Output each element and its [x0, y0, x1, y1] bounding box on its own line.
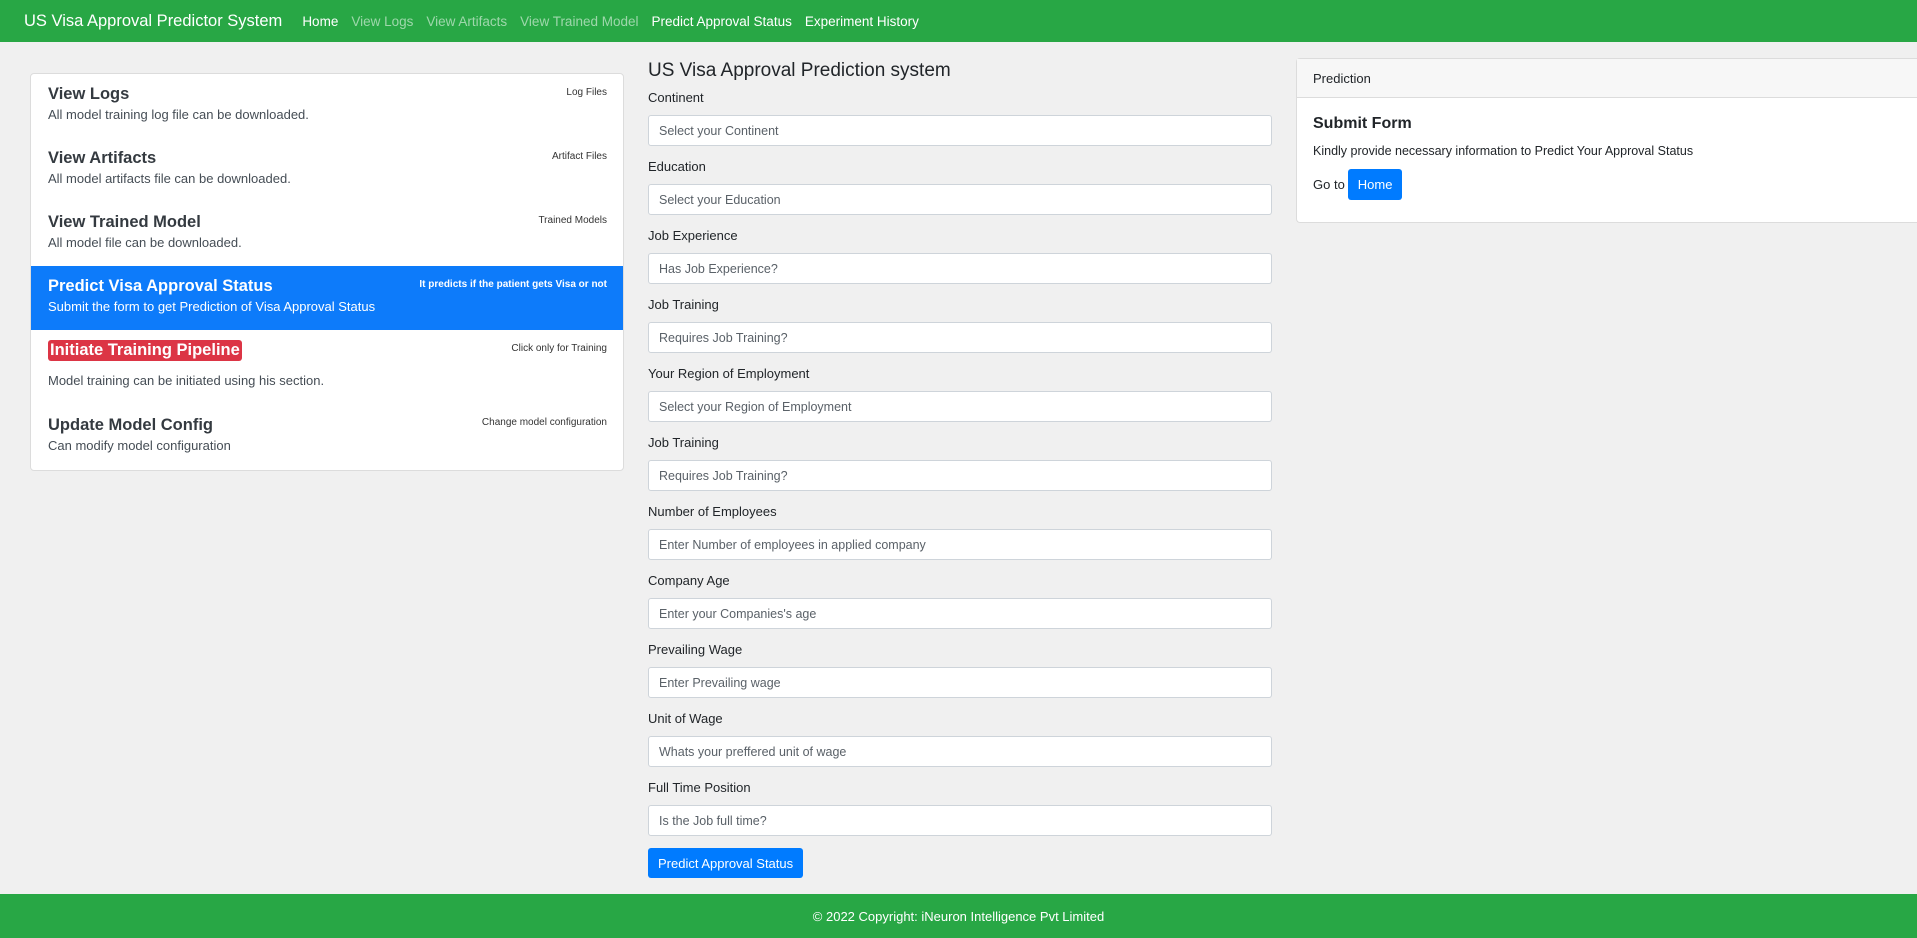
list-item-description: Can modify model configuration [48, 438, 231, 453]
copyright-text: © 2022 Copyright: iNeuron Intelligence P… [812, 908, 1105, 924]
nav-link-view-trained-model[interactable]: View Trained Model [520, 14, 638, 29]
full-time-position-input[interactable] [648, 805, 1272, 836]
list-item-predict-visa-approval-status[interactable]: Predict Visa Approval Status Submit the … [31, 266, 623, 330]
job-training-input[interactable] [648, 322, 1272, 353]
list-item-tag: It predicts if the patient gets Visa or … [419, 279, 607, 290]
job-experience-label: Job Experience [648, 228, 738, 243]
list-item-description: All model training log file can be downl… [48, 107, 309, 122]
feature-list: View Logs All model training log file ca… [30, 73, 624, 471]
company-age-input[interactable] [648, 598, 1272, 629]
unit-of-wage-label: Unit of Wage [648, 711, 723, 726]
job-training-label-2: Job Training [648, 435, 719, 450]
list-item-description: Model training can be initiated using hi… [48, 373, 325, 388]
nav-link-experiment-history[interactable]: Experiment History [805, 14, 919, 29]
continent-label: Continent [648, 90, 704, 105]
prediction-form: US Visa Approval Prediction system Conti… [648, 60, 1272, 878]
list-item-tag: Click only for Training [511, 343, 607, 354]
education-label: Education [648, 159, 706, 174]
list-item-tag: Change model configuration [481, 417, 607, 428]
region-of-employment-input[interactable] [648, 391, 1272, 422]
company-age-label: Company Age [648, 573, 730, 588]
list-item-title: View Trained Model [48, 213, 201, 231]
footer: © 2022 Copyright: iNeuron Intelligence P… [0, 894, 1917, 938]
list-item-description: All model artifacts file can be download… [48, 171, 291, 186]
unit-of-wage-input[interactable] [648, 736, 1272, 767]
list-item-view-artifacts[interactable]: View Artifacts All model artifacts file … [31, 138, 623, 202]
card-text: Kindly provide necessary information to … [1313, 144, 1694, 158]
prevailing-wage-input[interactable] [648, 667, 1272, 698]
education-input[interactable] [648, 184, 1272, 215]
goto-row: Go to Home [1313, 169, 1901, 200]
job-training-input-2[interactable] [648, 460, 1272, 491]
nav-link-predict-approval-status[interactable]: Predict Approval Status [652, 14, 792, 29]
list-item-view-trained-model[interactable]: View Trained Model All model file can be… [31, 202, 623, 266]
list-item-tag: Log Files [566, 87, 607, 98]
list-item-view-logs[interactable]: View Logs All model training log file ca… [31, 74, 623, 138]
list-item-title: View Artifacts [48, 149, 157, 167]
job-training-label: Job Training [648, 297, 719, 312]
card-header: Prediction [1297, 59, 1917, 98]
card-body: Submit Form Kindly provide necessary inf… [1297, 98, 1917, 217]
full-time-position-label: Full Time Position [648, 780, 751, 795]
prevailing-wage-label: Prevailing Wage [648, 642, 743, 657]
list-item-description: All model file can be downloaded. [48, 235, 242, 250]
list-item-tag: Artifact Files [551, 151, 607, 162]
navbar-brand[interactable]: US Visa Approval Predictor System [24, 12, 282, 31]
list-item-update-model-config[interactable]: Update Model Config Can modify model con… [31, 410, 623, 470]
form-title: US Visa Approval Prediction system [648, 60, 951, 81]
nav-link-view-artifacts[interactable]: View Artifacts [426, 14, 507, 29]
list-item-title[interactable]: Initiate Training Pipeline [48, 340, 242, 361]
home-button[interactable]: Home [1347, 169, 1403, 200]
card-title: Submit Form [1313, 115, 1412, 132]
goto-label: Go to [1313, 177, 1345, 192]
predict-approval-status-button[interactable]: Predict Approval Status [648, 848, 804, 878]
top-navbar: US Visa Approval Predictor System Home V… [0, 0, 1917, 42]
list-item-description: Submit the form to get Prediction of Vis… [48, 299, 376, 314]
region-of-employment-label: Your Region of Employment [648, 366, 810, 381]
list-item-tag: Trained Models [538, 215, 607, 226]
prediction-card: Prediction Submit Form Kindly provide ne… [1296, 58, 1917, 223]
number-of-employees-input[interactable] [648, 529, 1272, 560]
number-of-employees-label: Number of Employees [648, 504, 777, 519]
list-item-initiate-training-pipeline[interactable]: Initiate Training Pipeline Model trainin… [31, 330, 623, 410]
list-item-title: View Logs [48, 85, 130, 103]
nav-link-home[interactable]: Home [302, 14, 338, 29]
nav-link-view-logs[interactable]: View Logs [351, 14, 413, 29]
job-experience-input[interactable] [648, 253, 1272, 284]
continent-input[interactable] [648, 115, 1272, 146]
